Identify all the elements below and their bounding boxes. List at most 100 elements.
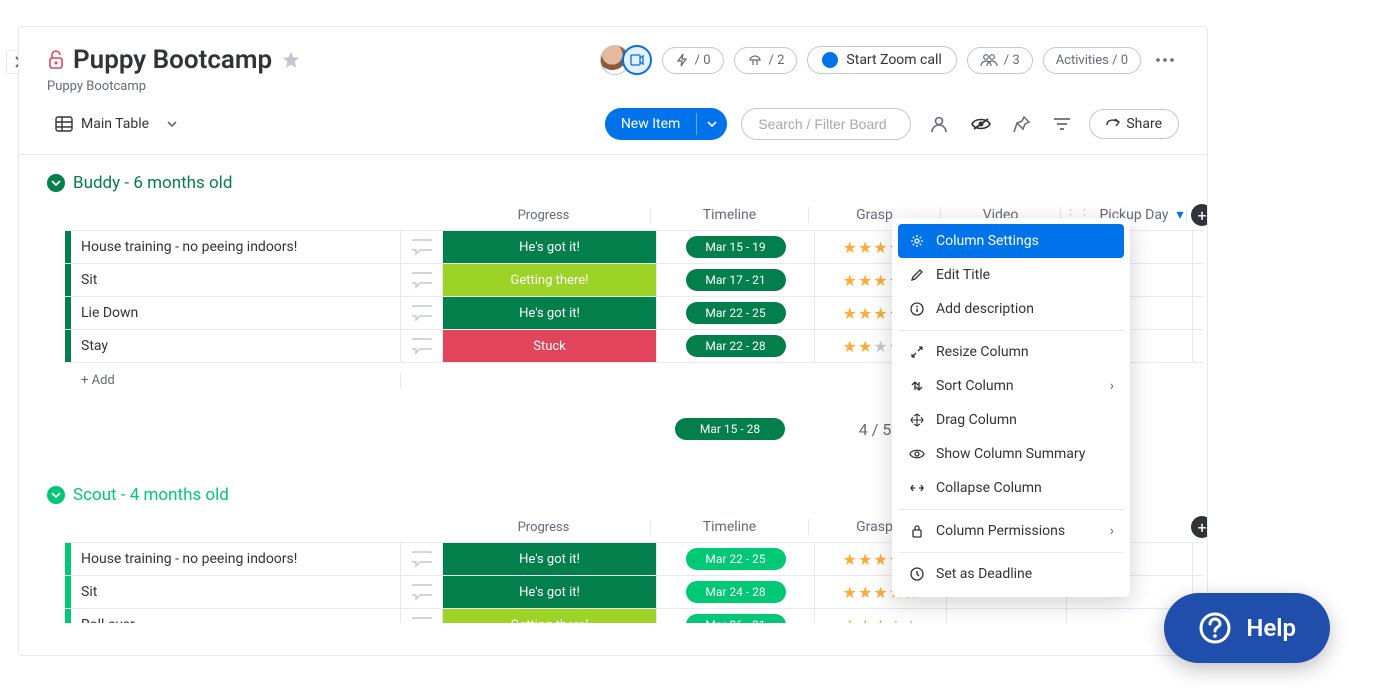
progress-cell[interactable]: Getting there! — [443, 264, 657, 296]
star-icon: ★ — [843, 238, 857, 257]
menu-item-show-column-summary[interactable]: Show Column Summary — [898, 437, 1124, 471]
conversation-button[interactable] — [401, 543, 443, 575]
menu-item-column-settings[interactable]: Column Settings — [898, 224, 1124, 258]
person-filter-icon[interactable] — [925, 110, 953, 138]
menu-item-drag-column[interactable]: Drag Column — [898, 403, 1124, 437]
progress-cell[interactable]: He's got it! — [443, 231, 657, 263]
menu-item-label: Collapse Column — [936, 480, 1042, 496]
task-name-cell[interactable]: Stay — [71, 330, 401, 362]
timeline-cell[interactable]: Mar 22 - 25 — [657, 543, 815, 575]
menu-item-add-description[interactable]: Add description — [898, 292, 1124, 326]
group-title[interactable]: Scout - 4 months old — [73, 485, 229, 505]
chevron-right-icon: › — [1110, 378, 1114, 394]
star-icon: ★ — [873, 304, 887, 323]
table-icon — [55, 116, 73, 132]
add-column-button[interactable]: + — [1191, 516, 1207, 538]
col-head-progress[interactable]: Progress — [437, 208, 651, 223]
col-head-progress[interactable]: Progress — [437, 520, 651, 535]
people-pill[interactable]: / 3 — [967, 47, 1033, 74]
menu-item-label: Show Column Summary — [936, 446, 1085, 462]
task-name-cell[interactable]: House training - no peeing indoors! — [71, 231, 401, 263]
summary-timeline: Mar 15 - 28 — [651, 418, 809, 440]
menu-item-label: Resize Column — [936, 344, 1029, 360]
help-label: Help — [1246, 614, 1296, 642]
new-item-chevron[interactable] — [696, 113, 727, 135]
menu-item-label: Column Settings — [936, 233, 1039, 249]
bolt-icon — [675, 53, 689, 67]
menu-item-sort-column[interactable]: Sort Column› — [898, 369, 1124, 403]
conversation-button[interactable] — [401, 609, 443, 623]
menu-item-set-as-deadline[interactable]: Set as Deadline — [898, 557, 1124, 591]
menu-item-label: Set as Deadline — [936, 566, 1032, 582]
conversation-button[interactable] — [401, 330, 443, 362]
automations-pill[interactable]: / 0 — [662, 47, 724, 74]
avatar-badge-icon[interactable] — [622, 45, 652, 75]
menu-item-edit-title[interactable]: Edit Title — [898, 258, 1124, 292]
menu-item-collapse-column[interactable]: Collapse Column — [898, 471, 1124, 505]
grasp-rating-cell[interactable]: ★★★★★ — [815, 609, 947, 623]
timeline-cell[interactable]: Mar 17 - 21 — [657, 264, 815, 296]
add-item-button[interactable]: + Add — [71, 373, 401, 388]
progress-cell[interactable]: He's got it! — [443, 297, 657, 329]
col-head-timeline[interactable]: Timeline — [651, 207, 809, 223]
favorite-star-icon[interactable] — [280, 49, 302, 71]
chevron-down-icon[interactable]: ▾ — [1177, 207, 1184, 223]
star-icon: ★ — [873, 337, 887, 356]
lock-open-icon — [47, 49, 65, 71]
help-icon — [1198, 611, 1232, 645]
menu-item-label: Drag Column — [936, 412, 1017, 428]
clock-icon — [908, 567, 926, 581]
zoom-icon — [822, 52, 838, 68]
timeline-cell[interactable]: Mar 22 - 25 — [657, 297, 815, 329]
conversation-button[interactable] — [401, 297, 443, 329]
menu-item-column-permissions[interactable]: Column Permissions› — [898, 514, 1124, 548]
task-name-cell[interactable]: House training - no peeing indoors! — [71, 543, 401, 575]
star-icon: ★ — [858, 271, 872, 290]
task-name-cell[interactable]: Sit — [71, 576, 401, 608]
eye-icon — [908, 448, 926, 460]
star-icon: ★ — [843, 271, 857, 290]
progress-cell[interactable]: Stuck — [443, 330, 657, 362]
board-menu-button[interactable] — [1151, 53, 1179, 67]
progress-cell[interactable]: Getting there! — [443, 609, 657, 623]
task-name-cell[interactable]: Roll over — [71, 609, 401, 623]
star-icon: ★ — [873, 616, 887, 624]
group-collapse-button[interactable] — [47, 486, 65, 504]
hidden-columns-icon[interactable] — [967, 113, 995, 135]
pin-icon[interactable] — [1009, 111, 1035, 137]
task-name-cell[interactable]: Sit — [71, 264, 401, 296]
conversation-button[interactable] — [401, 264, 443, 296]
add-column-button[interactable]: + — [1191, 204, 1207, 226]
timeline-cell[interactable]: Mar 26 - 31 — [657, 609, 815, 623]
activities-pill[interactable]: Activities / 0 — [1043, 47, 1141, 74]
menu-item-resize-column[interactable]: Resize Column — [898, 335, 1124, 369]
view-switcher[interactable]: Main Table — [47, 110, 185, 138]
group-title[interactable]: Buddy - 6 months old — [73, 173, 232, 193]
sort-icon — [908, 379, 926, 393]
filter-icon[interactable] — [1049, 113, 1075, 135]
timeline-cell[interactable]: Mar 22 - 28 — [657, 330, 815, 362]
share-icon — [1106, 118, 1120, 130]
help-button[interactable]: Help — [1164, 593, 1330, 663]
menu-separator — [898, 552, 1124, 553]
share-button[interactable]: Share — [1089, 109, 1179, 139]
progress-cell[interactable]: He's got it! — [443, 576, 657, 608]
chevron-down-icon — [167, 121, 177, 127]
integrations-pill[interactable]: / 2 — [734, 47, 798, 74]
people-count: / 3 — [1004, 53, 1020, 68]
timeline-cell[interactable]: Mar 15 - 19 — [657, 231, 815, 263]
star-icon: ★ — [858, 616, 872, 624]
task-name-cell[interactable]: Lie Down — [71, 297, 401, 329]
gear-icon — [908, 234, 926, 248]
search-input[interactable] — [741, 108, 911, 140]
group-collapse-button[interactable] — [47, 174, 65, 192]
col-head-timeline[interactable]: Timeline — [651, 519, 809, 535]
new-item-button[interactable]: New Item — [605, 108, 728, 140]
timeline-cell[interactable]: Mar 24 - 28 — [657, 576, 815, 608]
start-zoom-button[interactable]: Start Zoom call — [807, 46, 956, 74]
collapse-icon — [908, 483, 926, 493]
conversation-button[interactable] — [401, 231, 443, 263]
conversation-button[interactable] — [401, 576, 443, 608]
video-cell[interactable] — [947, 609, 1067, 623]
progress-cell[interactable]: He's got it! — [443, 543, 657, 575]
